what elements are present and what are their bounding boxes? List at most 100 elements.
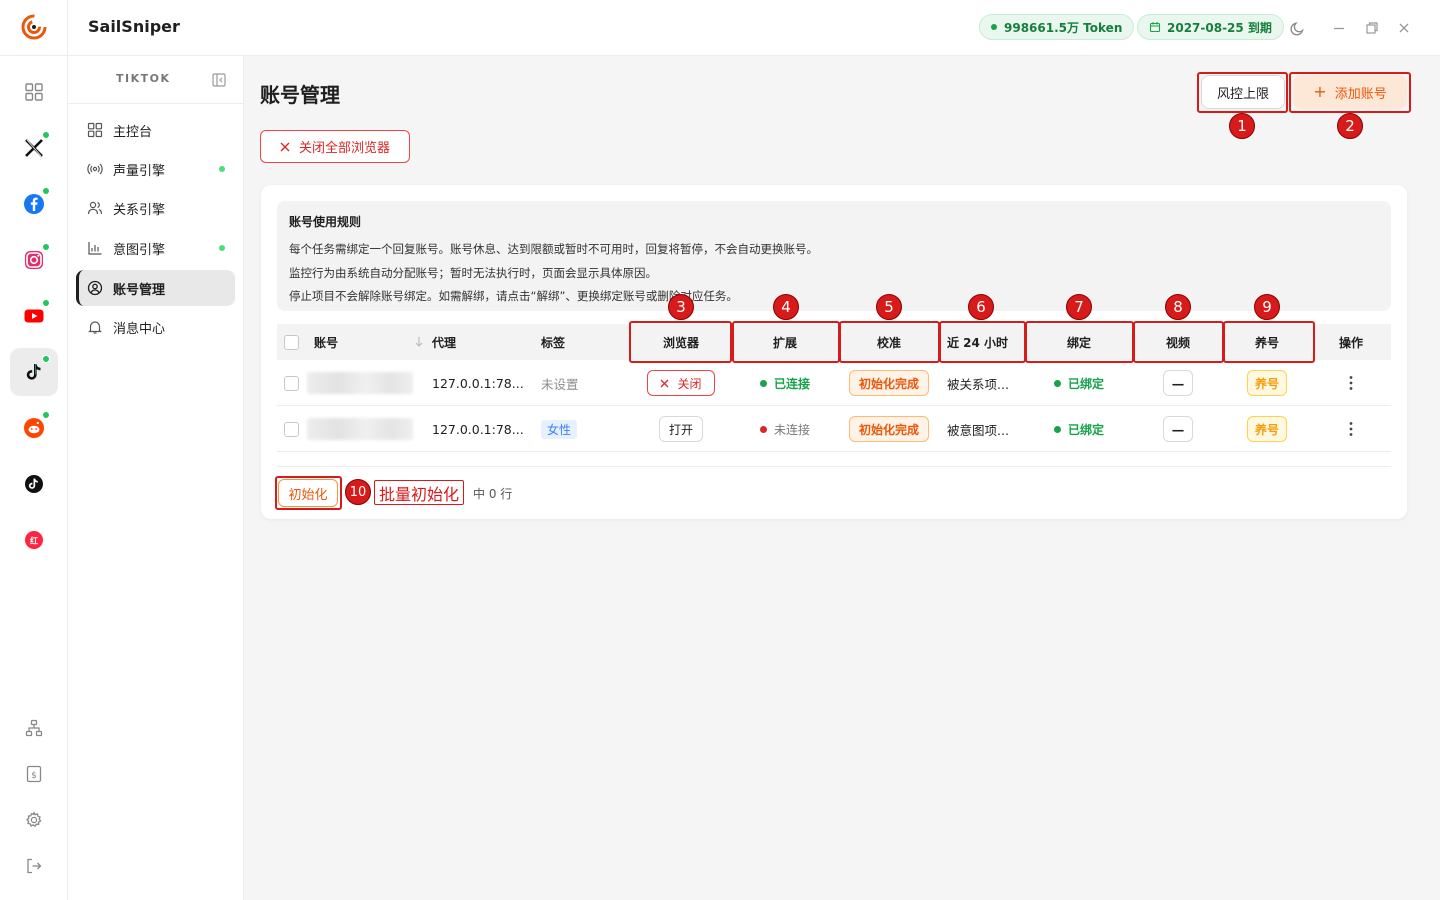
sidebar-item-relation-engine[interactable]: 关系引擎 [76, 190, 235, 226]
rail-instagram[interactable] [10, 236, 58, 284]
binding-status: 已绑定 [1029, 406, 1129, 452]
nurture-button[interactable]: 养号 [1246, 370, 1287, 396]
close-browser-button[interactable]: 关闭 [647, 370, 715, 396]
restore-icon[interactable] [1362, 18, 1382, 38]
browser-cell: 打开 [631, 406, 731, 452]
sort-arrow-icon[interactable] [414, 336, 424, 348]
close-all-label: 关闭全部浏览器 [298, 141, 390, 156]
page-title: 账号管理 [260, 83, 340, 107]
sidebar-item-label: 意图引擎 [113, 242, 166, 258]
sidebar-collapse-icon[interactable] [211, 72, 227, 88]
account-avatar-blurred [307, 406, 413, 452]
rules-line: 停止项目不会解除账号绑定。如需解绑，请点击“解绑”、更换绑定账号或删除对应任务。 [289, 289, 738, 303]
status-dot [42, 187, 50, 195]
logout-icon[interactable] [22, 854, 46, 878]
calibration-badge[interactable]: 初始化完成 [848, 416, 929, 442]
rules-line: 监控行为由系统自动分配账号；暂时无法执行时，页面会显示具体原因。 [289, 265, 657, 280]
row-checkbox[interactable] [284, 406, 299, 452]
sidebar-item-label: 声量引擎 [113, 163, 166, 179]
status-dot [42, 299, 50, 307]
rail-tiktok[interactable] [10, 348, 58, 396]
sidebar-item-account-management[interactable]: 账号管理 [76, 270, 235, 306]
row-checkbox[interactable] [284, 360, 299, 406]
rail-reddit[interactable] [10, 404, 58, 452]
nurture-button[interactable]: 养号 [1246, 416, 1287, 442]
video-button[interactable]: — [1163, 370, 1193, 396]
top-bar: SailSniper 998661.5万 Token 2027-08-25 到期 [68, 0, 1440, 56]
annotation-number: 6 [968, 294, 994, 320]
extension-status-text: 已连接 [773, 376, 810, 391]
token-balance-text: 998661.5万 Token [1004, 20, 1123, 35]
app-logo-icon [20, 13, 48, 41]
brand-name: SailSniper [88, 17, 180, 36]
x-logo-icon [25, 139, 43, 157]
annotation-box-1 [1197, 72, 1288, 113]
facebook-icon [24, 194, 44, 214]
rules-line: 每个任务需绑定一个回复账号。账号休息、达到限额或暂时不可用时，回复将暂停，不会自… [289, 242, 818, 256]
last24h-value: 被关系项... [947, 376, 1009, 392]
svg-text:红: 红 [30, 536, 38, 546]
last24h-value: 被意图项... [947, 422, 1009, 438]
billing-icon[interactable]: $ [22, 762, 46, 786]
status-dot [42, 411, 50, 419]
settings-gear-icon[interactable] [22, 808, 46, 832]
video-cell: — [1138, 360, 1218, 406]
annotation-box-10 [275, 476, 342, 510]
annotation-box-7 [1025, 321, 1134, 363]
annotation-label: 批量初始化 [374, 480, 465, 505]
annotation-number: 4 [773, 294, 799, 320]
grid-icon [87, 122, 103, 138]
sidebar-item-voice-engine[interactable]: 声量引擎 [76, 151, 235, 187]
row-actions-cell [1331, 406, 1371, 452]
rail-tiktok-alt[interactable] [10, 460, 58, 508]
annotation-number: 9 [1254, 294, 1280, 320]
status-dot [219, 166, 225, 172]
user-circle-icon [87, 280, 103, 296]
col-actions: 操作 [1338, 335, 1363, 350]
minimize-icon[interactable] [1329, 18, 1349, 38]
rail-youtube[interactable] [10, 292, 58, 340]
xiaohongshu-icon: 红 [25, 531, 43, 549]
rail-xiaohongshu[interactable]: 红 [10, 516, 58, 564]
bar-chart-icon [87, 240, 103, 256]
tag-value: 未设置 [541, 376, 579, 392]
sidebar: TIKTOK 主控台 声量引擎 关系引擎 意图引擎 账号管理 消息中心 [68, 56, 244, 900]
token-dot [991, 24, 997, 30]
more-vertical-icon[interactable] [1341, 373, 1361, 393]
open-browser-button[interactable]: 打开 [659, 416, 703, 442]
more-vertical-icon[interactable] [1341, 419, 1361, 439]
video-button[interactable]: — [1163, 416, 1193, 442]
reddit-icon [24, 418, 44, 438]
status-dot [219, 245, 225, 251]
usage-rules-panel: 账号使用规则 每个任务需绑定一个回复账号。账号休息、达到限额或暂时不可用时，回复… [277, 201, 1391, 311]
sidebar-item-intent-engine[interactable]: 意图引擎 [76, 230, 235, 266]
users-icon [87, 200, 103, 216]
close-icon [660, 379, 669, 388]
rail-dashboard[interactable] [10, 68, 58, 116]
close-window-icon[interactable] [1394, 18, 1414, 38]
annotation-box-6 [939, 321, 1026, 363]
close-icon [280, 142, 290, 152]
col-account-label: 账号 [314, 335, 339, 350]
sidebar-section-title: TIKTOK [116, 72, 171, 85]
col-tag: 标签 [541, 335, 566, 350]
col-account[interactable]: 账号 [314, 324, 424, 360]
rail-facebook[interactable] [10, 180, 58, 228]
annotation-box-8 [1133, 321, 1224, 363]
status-dot [42, 355, 50, 363]
sidebar-item-dashboard[interactable]: 主控台 [76, 112, 235, 148]
token-balance-badge: 998661.5万 Token [979, 14, 1135, 40]
calibration-badge[interactable]: 初始化完成 [848, 370, 929, 396]
close-all-browsers-button[interactable]: 关闭全部浏览器 [260, 130, 410, 163]
tiktok-round-icon [25, 475, 43, 493]
sitemap-icon[interactable] [22, 716, 46, 740]
sidebar-item-message-center[interactable]: 消息中心 [76, 309, 235, 345]
theme-moon-icon[interactable] [1287, 18, 1307, 38]
annotation-number: 3 [668, 294, 694, 320]
sidebar-item-label: 主控台 [113, 124, 153, 140]
rail-x-twitter[interactable] [10, 124, 58, 172]
sidebar-item-label: 账号管理 [113, 282, 166, 298]
binding-status: 已绑定 [1029, 360, 1129, 406]
select-all-checkbox[interactable] [284, 324, 299, 360]
grid-icon [25, 83, 43, 101]
